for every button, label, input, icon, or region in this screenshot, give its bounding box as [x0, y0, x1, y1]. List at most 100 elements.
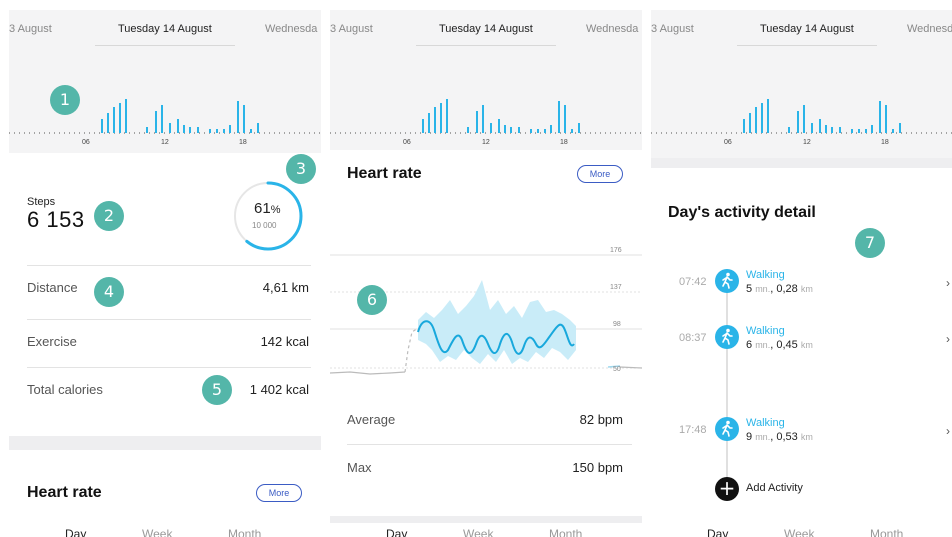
- activity-bar: [446, 99, 448, 133]
- date-bar: 3 August Tuesday 14 August Wednesda: [9, 10, 321, 46]
- activity-bar: [434, 107, 436, 133]
- activity-name: Walking: [746, 269, 785, 281]
- activity-bar: [558, 101, 560, 133]
- hour-tick-label: 06: [82, 139, 90, 146]
- tab-week[interactable]: Week: [463, 527, 493, 537]
- tab-month[interactable]: Month: [549, 527, 582, 537]
- add-activity-icon[interactable]: +: [715, 477, 739, 501]
- date-bar: 3 August Tuesday 14 August Wednesda: [651, 10, 952, 46]
- activity-bar: [871, 125, 873, 133]
- activity-bar: [530, 129, 532, 133]
- activity-bar: [422, 119, 424, 133]
- activity-bar: [155, 111, 157, 133]
- divider: [347, 444, 632, 445]
- activity-bar: [189, 127, 191, 133]
- activity-stats: 9 mn., 0,53 km: [746, 431, 813, 443]
- tab-week[interactable]: Week: [142, 527, 172, 537]
- tab-day[interactable]: Day: [65, 527, 86, 537]
- more-button[interactable]: More: [577, 165, 623, 183]
- distance-unit: km: [800, 340, 813, 350]
- tab-week[interactable]: Week: [784, 527, 814, 537]
- hour-tick-label: 12: [482, 139, 490, 146]
- activity-bar: [257, 123, 259, 133]
- exercise-value: 142 kcal: [260, 334, 309, 349]
- distance-unit: km: [800, 432, 813, 442]
- activity-bar: [811, 123, 813, 133]
- steps-value: 6 153: [27, 207, 85, 232]
- divider: [27, 319, 311, 320]
- average-value: 82 bpm: [579, 412, 623, 427]
- current-date[interactable]: Tuesday 14 August: [439, 23, 533, 35]
- activity-minutes: 6: [746, 339, 753, 351]
- activity-distance: 0,28: [776, 283, 798, 295]
- add-activity-label[interactable]: Add Activity: [746, 482, 803, 494]
- activity-bar: [119, 103, 121, 133]
- activity-bar: [490, 123, 492, 133]
- minutes-unit: mn.: [755, 284, 771, 294]
- activity-bar: [498, 119, 500, 133]
- chevron-right-icon[interactable]: ›: [946, 276, 950, 290]
- activity-bar: [892, 129, 894, 133]
- current-date[interactable]: Tuesday 14 August: [118, 23, 212, 35]
- badge-7: 7: [855, 228, 885, 258]
- minutes-unit: mn.: [755, 432, 771, 442]
- section-separator: [9, 436, 321, 450]
- tab-day[interactable]: Day: [386, 527, 407, 537]
- activity-time: 17:48: [679, 424, 707, 436]
- tab-month[interactable]: Month: [870, 527, 903, 537]
- activity-bar: [209, 129, 211, 133]
- activity-bar: [197, 127, 199, 133]
- activity-bar: [544, 129, 546, 133]
- prev-date[interactable]: 3 August: [651, 23, 694, 35]
- badge-5: 5: [202, 375, 232, 405]
- walking-icon: [715, 269, 739, 293]
- scale-176: 176: [610, 247, 622, 254]
- exercise-label: Exercise: [27, 334, 77, 349]
- divider: [27, 367, 311, 368]
- max-label: Max: [347, 460, 372, 475]
- activity-bar: [510, 127, 512, 133]
- more-button[interactable]: More: [256, 484, 302, 502]
- prev-date[interactable]: 3 August: [330, 23, 373, 35]
- next-date[interactable]: Wednesda: [586, 23, 638, 35]
- activity-bar: [749, 113, 751, 133]
- distance-value: 4,61 km: [262, 280, 309, 295]
- activity-detail-title: Day's activity detail: [668, 204, 816, 221]
- hour-tick-label: 12: [161, 139, 169, 146]
- activity-bar: [216, 129, 218, 133]
- current-date[interactable]: Tuesday 14 August: [760, 23, 854, 35]
- next-date[interactable]: Wednesda: [265, 23, 317, 35]
- activity-chart: 06 12 18: [651, 46, 952, 158]
- activity-minutes: 9: [746, 431, 753, 443]
- chevron-right-icon[interactable]: ›: [946, 424, 950, 438]
- activity-bar: [504, 125, 506, 133]
- activity-bar: [858, 129, 860, 133]
- walking-icon: [715, 417, 739, 441]
- walking-icon: [715, 325, 739, 349]
- activity-chart: 06 12 18: [330, 46, 642, 150]
- steps-panel: 3 August Tuesday 14 August Wednesda 06 12…: [9, 10, 321, 537]
- activity-bar: [761, 103, 763, 133]
- activity-bar: [571, 129, 573, 133]
- activity-bar: [518, 127, 520, 133]
- tab-day[interactable]: Day: [707, 527, 728, 537]
- chevron-right-icon[interactable]: ›: [946, 332, 950, 346]
- activity-distance: 0,45: [776, 339, 798, 351]
- heart-rate-panel: 3 August Tuesday 14 August Wednesda 06 12…: [330, 10, 642, 537]
- goal-value: 10 000: [252, 221, 277, 230]
- activity-bar: [885, 105, 887, 133]
- scale-98: 98: [613, 321, 621, 328]
- section-separator: [651, 158, 952, 168]
- prev-date[interactable]: 3 August: [9, 23, 52, 35]
- activity-bar: [865, 129, 867, 133]
- distance-unit: km: [800, 284, 813, 294]
- badge-2: 2: [94, 201, 124, 231]
- activity-bar: [831, 127, 833, 133]
- activity-minutes: 5: [746, 283, 753, 295]
- activity-bar: [537, 129, 539, 133]
- max-value: 150 bpm: [572, 460, 623, 475]
- activity-name: Walking: [746, 417, 785, 429]
- hour-tick-label: 06: [724, 139, 732, 146]
- tab-month[interactable]: Month: [228, 527, 261, 537]
- next-date[interactable]: Wednesda: [907, 23, 952, 35]
